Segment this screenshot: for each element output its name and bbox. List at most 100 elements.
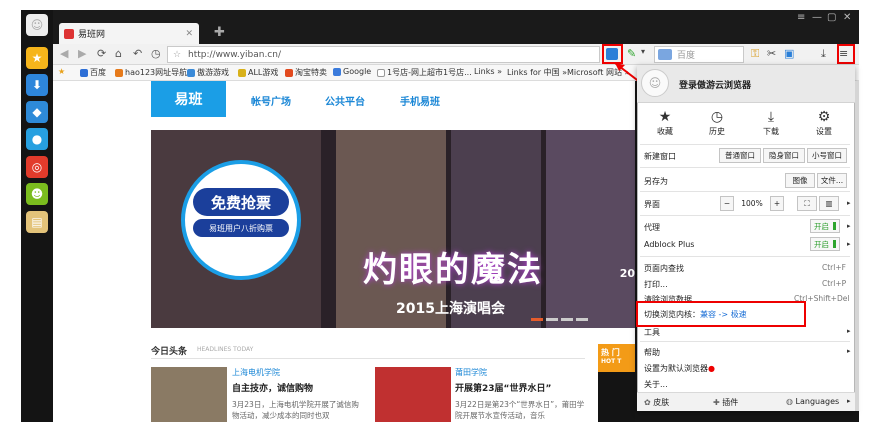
home-icon[interactable]: ⌂ <box>115 47 122 60</box>
tools-item[interactable]: 工具 <box>644 327 660 338</box>
bookmark-item[interactable]: 傲游游戏 <box>187 67 229 78</box>
news-thumbnail[interactable] <box>151 367 227 422</box>
set-default-item[interactable]: 设置为默认浏览器● <box>644 363 715 374</box>
hero-banner[interactable]: 免费抢票 易班用户八折购票 灼眼的魔法 2015上海演唱会 20 <box>151 130 635 328</box>
history-icon[interactable]: ◷ <box>151 47 161 60</box>
news-desc: 3月22日是第23个“世界水日”，莆田学院开展节水宣传活动，音乐 <box>455 400 585 420</box>
zoom-out-button[interactable]: − <box>720 196 734 211</box>
bookmark-item[interactable]: ALL游戏 <box>238 67 278 78</box>
address-bar[interactable]: ☆ http://www.yiban.cn/ <box>167 46 600 63</box>
find-in-page-item[interactable]: 页面内查找 <box>644 263 684 274</box>
scissors-icon[interactable]: ✂ <box>767 47 776 60</box>
fullscreen-icon[interactable]: ⛶ <box>797 196 817 211</box>
chat-icon[interactable]: ☻ <box>26 183 48 205</box>
news-school[interactable]: 上海电机学院 <box>232 367 280 378</box>
download-button[interactable]: ⤓ 下载 <box>751 109 791 137</box>
settings-button[interactable]: ⚙ 设置 <box>804 109 844 137</box>
news-headline[interactable]: 开展第23届“世界水日” <box>455 381 551 394</box>
all-game-icon <box>238 68 246 77</box>
nav-link[interactable]: 帐号广场 <box>251 93 291 108</box>
refresh-icon[interactable]: ⟳ <box>97 47 106 60</box>
bookmarks-star-icon[interactable]: ★ <box>58 67 65 76</box>
google-icon <box>333 67 341 76</box>
skin-button[interactable]: ✿ 皮肤 <box>644 397 669 408</box>
save-image-button[interactable]: 图像 <box>785 173 815 188</box>
hot-section[interactable]: 热 门 HOT T <box>598 344 635 372</box>
puzzle-icon: ✚ <box>713 398 723 407</box>
bookmark-folder[interactable]: Links » <box>474 67 502 76</box>
forward-icon[interactable]: ▶ <box>78 47 86 60</box>
undo-icon[interactable]: ↶ <box>133 47 142 60</box>
zoom-in-button[interactable]: + <box>770 196 784 211</box>
nav-link[interactable]: 公共平台 <box>325 93 365 108</box>
weibo-icon[interactable]: ◎ <box>26 156 48 178</box>
proxy-label[interactable]: 代理 <box>644 222 660 233</box>
bookmark-item[interactable]: Google <box>333 67 371 76</box>
tab-yiban[interactable]: 易班网 ✕ <box>59 23 199 44</box>
languages-button[interactable]: ◍ Languages <box>786 397 839 406</box>
globe-icon: ◍ <box>786 397 796 406</box>
clock-icon: ◷ <box>710 109 724 125</box>
chevron-right-icon: ▸ <box>847 327 851 335</box>
favorites-button[interactable]: ★ 收藏 <box>645 109 685 137</box>
new-tab-icon[interactable]: ✚ <box>214 25 225 40</box>
bookmark-item[interactable]: hao123网址导航 <box>115 67 187 78</box>
save-file-button[interactable]: 文件... <box>817 173 847 188</box>
find-shortcut: Ctrl+F <box>822 263 846 272</box>
news-headline[interactable]: 自主技亦，诚信购物 <box>232 381 313 394</box>
slider-dots[interactable] <box>531 318 588 321</box>
bookmark-item[interactable]: 百度 <box>80 67 106 78</box>
favorites-star-icon[interactable]: ★ <box>26 47 48 69</box>
history-button[interactable]: ◷ 历史 <box>697 109 737 137</box>
adblock-toggle[interactable]: 开启 <box>810 237 840 251</box>
plugin-button[interactable]: ✚ 插件 <box>713 397 738 408</box>
skin-icon: ✿ <box>644 398 654 407</box>
nav-link[interactable]: 手机易班 <box>400 93 440 108</box>
close-tab-icon[interactable]: ✕ <box>185 29 193 39</box>
back-icon[interactable]: ◀ <box>60 47 68 60</box>
headlines-title: 今日头条 <box>151 347 188 357</box>
about-item[interactable]: 关于... <box>644 379 668 390</box>
hero-year: 20 <box>619 267 635 280</box>
alt-account-window-button[interactable]: 小号窗口 <box>807 148 847 163</box>
notes-icon[interactable]: ▤ <box>26 211 48 233</box>
page-icon <box>377 68 385 77</box>
user-avatar-icon[interactable]: ☺ <box>26 14 48 36</box>
highlight-box-core <box>636 301 806 327</box>
download-icon[interactable]: ⬇ <box>26 74 48 96</box>
scrollbar[interactable] <box>855 81 859 411</box>
site-logo[interactable]: 易班 <box>151 81 226 117</box>
bookmark-item[interactable]: 1号店-网上超市1号店... <box>377 67 472 78</box>
game-icon[interactable]: ◆ <box>26 101 48 123</box>
adblock-label[interactable]: Adblock Plus <box>644 240 694 249</box>
maxthon-game-icon <box>187 68 195 77</box>
bookmark-star-icon[interactable]: ☆ <box>173 50 181 60</box>
maximize-icon[interactable]: ▢ <box>827 12 836 23</box>
download-toolbar-icon[interactable]: ⤓ <box>821 47 826 61</box>
bookmark-folder[interactable]: Links for 中国 » <box>507 67 567 78</box>
close-window-icon[interactable]: ✕ <box>843 12 851 23</box>
help-item[interactable]: 帮助 <box>644 347 660 358</box>
screenshot-icon[interactable]: ▣ <box>784 47 794 60</box>
print-item[interactable]: 打印... <box>644 279 668 290</box>
proxy-toggle[interactable]: 开启 <box>810 219 840 233</box>
news-school[interactable]: 莆田学院 <box>455 367 487 378</box>
layout-icon[interactable]: ▥ <box>819 196 839 211</box>
private-window-button[interactable]: 隐身窗口 <box>763 148 805 163</box>
new-window-label: 新建窗口 <box>644 152 676 161</box>
chevron-right-icon: ▸ <box>847 397 851 405</box>
news-thumbnail[interactable] <box>375 367 451 422</box>
normal-window-button[interactable]: 普通窗口 <box>719 148 761 163</box>
dropdown-icon[interactable]: ▾ <box>641 47 645 56</box>
minimize-icon[interactable]: — <box>812 12 822 23</box>
save-as-label: 另存为 <box>644 177 668 186</box>
search-engine-icon[interactable] <box>658 49 672 60</box>
highlight-box-menu <box>837 44 855 64</box>
key-icon[interactable]: ⚿ <box>751 47 759 61</box>
menu-icon[interactable]: ≡ <box>797 12 805 23</box>
login-link[interactable]: 登录傲游云浏览器 <box>679 78 751 91</box>
tool-icon[interactable]: ✎ <box>627 47 636 60</box>
avatar[interactable]: ☺ <box>641 69 669 97</box>
gamepad-icon[interactable]: ● <box>26 128 48 150</box>
bookmark-item[interactable]: 淘宝特卖 <box>285 67 327 78</box>
